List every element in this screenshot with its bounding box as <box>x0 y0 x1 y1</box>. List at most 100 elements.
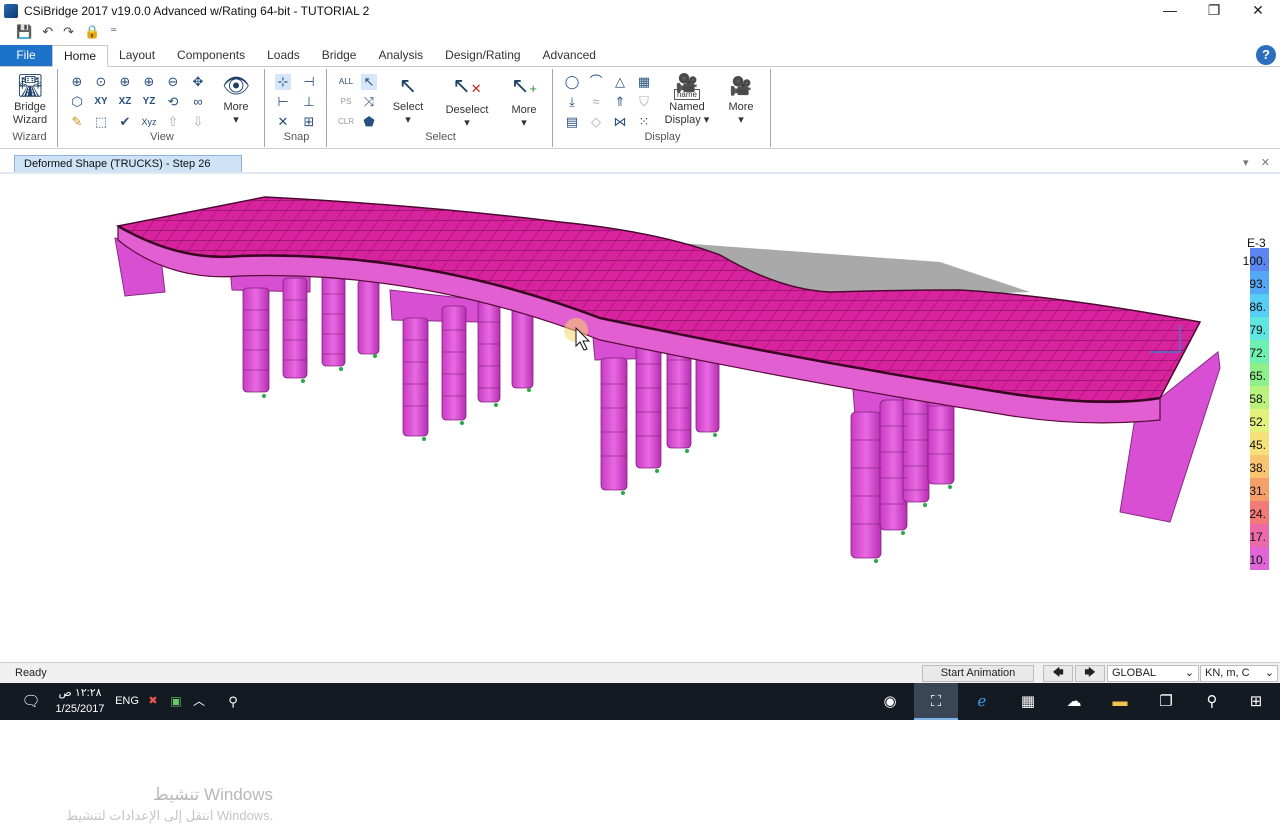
snap-intersect-icon[interactable]: ✕ <box>275 114 291 130</box>
customize-toolbar-icon[interactable]: ⁼ <box>110 24 117 40</box>
grid-display-icon[interactable]: ▦ <box>636 74 652 90</box>
frame-display-icon[interactable]: ⋈ <box>612 114 628 130</box>
deselect-button[interactable]: ↖✕ Deselect ▾ <box>441 73 493 130</box>
zoom-in-icon[interactable]: ⊕ <box>117 74 133 90</box>
ribbon-tabs: File Home Layout Components Loads Bridge… <box>0 45 1280 67</box>
zoom-plus-icon[interactable]: ⊕ <box>141 74 157 90</box>
named-display-button[interactable]: 🎥 name Named Display ▾ <box>663 73 711 127</box>
start-animation-button[interactable]: Start Animation <box>922 665 1034 682</box>
legend-label: 17. <box>1249 530 1266 544</box>
undo-icon[interactable]: ↶ <box>42 24 53 40</box>
nodes-display-icon[interactable]: ⁙ <box>636 114 652 130</box>
file-tab[interactable]: File <box>0 45 52 66</box>
status-text: Ready <box>15 667 47 679</box>
snap-points-icon[interactable]: ⊹ <box>275 74 291 90</box>
tab-design-rating[interactable]: Design/Rating <box>434 45 531 66</box>
edge-browser-icon[interactable]: ℯ <box>962 683 1002 720</box>
glasses-icon[interactable]: ∞ <box>190 94 206 110</box>
select-all-button[interactable]: ALL <box>335 74 357 90</box>
title-bar: CSiBridge 2017 v19.0.0 Advanced w/Rating… <box>0 0 1280 22</box>
tab-advanced[interactable]: Advanced <box>532 45 607 66</box>
redo-icon[interactable]: ↷ <box>63 24 74 40</box>
select-button[interactable]: ↖ Select ▾ <box>387 73 429 127</box>
tab-components[interactable]: Components <box>166 45 256 66</box>
xyz-icon[interactable]: Xyz <box>141 114 157 130</box>
step-forward-button[interactable]: 🡆 <box>1075 665 1105 682</box>
line-display-icon[interactable]: ⌒ <box>588 74 604 90</box>
notification-icon[interactable]: 🗨 <box>14 683 48 720</box>
select-arrow-icon: ↖ <box>398 73 418 98</box>
pan-icon[interactable]: ✥ <box>190 74 206 90</box>
coordinate-system-select[interactable]: GLOBAL ⌄ <box>1107 665 1199 682</box>
start-button-icon[interactable]: ⊞ <box>1236 683 1276 720</box>
select-more-button[interactable]: ↖+ More ▾ <box>503 73 545 130</box>
csibridge-taskbar-icon[interactable]: ⛶ <box>914 683 958 720</box>
arrow-up-icon[interactable]: ⇧ <box>165 114 181 130</box>
tab-close-icon[interactable]: ✕ <box>1261 157 1270 169</box>
tab-home[interactable]: Home <box>52 45 109 67</box>
shield-display-icon[interactable]: ⛉ <box>636 94 652 110</box>
battery-icon[interactable]: ▣ <box>167 683 185 720</box>
yz-view-button[interactable]: YZ <box>141 94 157 110</box>
eraser-icon[interactable]: ⬟ <box>361 114 377 130</box>
tray-expand-icon[interactable]: ︿ <box>190 683 208 720</box>
select-region-icon[interactable]: ⬚ <box>93 114 109 130</box>
clock-time: ١٢:٢٨ ص <box>58 687 102 699</box>
eraser-display-icon[interactable]: ◇ <box>588 114 604 130</box>
calculator-icon[interactable]: ▦ <box>1008 683 1048 720</box>
file-explorer-icon[interactable]: ▬ <box>1100 683 1140 720</box>
display-more-button[interactable]: 🎥 More ▾ <box>719 73 763 127</box>
tab-dropdown-icon[interactable]: ▾ <box>1243 157 1249 169</box>
task-view-icon[interactable]: ❐ <box>1146 683 1186 720</box>
pointer-icon[interactable]: ↖ <box>361 74 377 90</box>
app-icon[interactable]: ☁ <box>1054 683 1094 720</box>
restore-button[interactable]: ❐ <box>1192 0 1236 22</box>
media-app-icon[interactable]: ◉ <box>870 683 910 720</box>
tab-loads[interactable]: Loads <box>256 45 311 66</box>
rotate-icon[interactable]: ⟲ <box>165 94 181 110</box>
save-icon[interactable]: 💾 <box>16 24 32 40</box>
bridge-wizard-button[interactable]: 🛣 Bridge Wizard <box>6 73 54 127</box>
tab-bridge[interactable]: Bridge <box>311 45 368 66</box>
clear-selection-button[interactable]: CLR <box>335 114 357 130</box>
language-indicator[interactable]: ENG <box>112 683 142 720</box>
zoom-restore-icon[interactable]: ⊙ <box>93 74 109 90</box>
circle-display-icon[interactable]: ◯ <box>564 74 580 90</box>
named-display-label-2: Display <box>664 114 701 126</box>
load-display-icon[interactable]: ⤓ <box>564 94 580 110</box>
tab-layout[interactable]: Layout <box>108 45 166 66</box>
minimize-button[interactable]: — <box>1148 0 1192 22</box>
snap-ends-icon[interactable]: ⊣ <box>301 74 317 90</box>
zoom-window-icon[interactable]: ⊕ <box>69 74 85 90</box>
xy-view-button[interactable]: XY <box>93 94 109 110</box>
xz-view-button[interactable]: XZ <box>117 94 133 110</box>
pencil-icon[interactable]: ✎ <box>69 114 85 130</box>
snap-grid-icon[interactable]: ⊞ <box>301 114 317 130</box>
help-icon[interactable]: ? <box>1256 45 1276 65</box>
close-button[interactable]: ✕ <box>1236 0 1280 22</box>
arrow-down-icon[interactable]: ⇩ <box>190 114 206 130</box>
system-clock[interactable]: ١٢:٢٨ ص 1/25/2017 <box>50 685 110 717</box>
support-display-icon[interactable]: ⇑ <box>612 94 628 110</box>
model-viewport[interactable]: تنشيط Windows انتقل إلى الإعدادات لتنشيط… <box>0 174 1280 823</box>
units-select[interactable]: KN, m, C ⌄ <box>1200 665 1278 682</box>
network-error-icon[interactable]: ✖ <box>145 683 161 720</box>
document-tab[interactable]: Deformed Shape (TRUCKS) - Step 26 <box>14 155 242 173</box>
lock-icon[interactable]: 🔒 <box>84 24 100 40</box>
view-more-button[interactable]: 👁 More ▾ <box>216 73 256 127</box>
table-display-icon[interactable]: ▤ <box>564 114 580 130</box>
windows-taskbar: 🗨 ١٢:٢٨ ص 1/25/2017 ENG ✖ ▣ ︿ ⚲ ◉ ⛶ ℯ ▦ … <box>0 683 1280 720</box>
previous-selection-button[interactable]: PS <box>335 94 357 110</box>
3d-view-icon[interactable]: ⬡ <box>69 94 85 110</box>
step-back-button[interactable]: 🡄 <box>1043 665 1073 682</box>
curve-display-icon[interactable]: ≈ <box>588 94 604 110</box>
check-icon[interactable]: ✔ <box>117 114 133 130</box>
search-icon[interactable]: ⚲ <box>1192 683 1232 720</box>
zoom-out-icon[interactable]: ⊖ <box>165 74 181 90</box>
triangle-display-icon[interactable]: △ <box>612 74 628 90</box>
snap-perp-icon[interactable]: ⊥ <box>301 94 317 110</box>
intersect-select-icon[interactable]: ⤨ <box>361 94 377 110</box>
tab-analysis[interactable]: Analysis <box>367 45 434 66</box>
snap-middle-icon[interactable]: ⊢ <box>275 94 291 110</box>
people-icon[interactable]: ⚲ <box>222 683 244 720</box>
